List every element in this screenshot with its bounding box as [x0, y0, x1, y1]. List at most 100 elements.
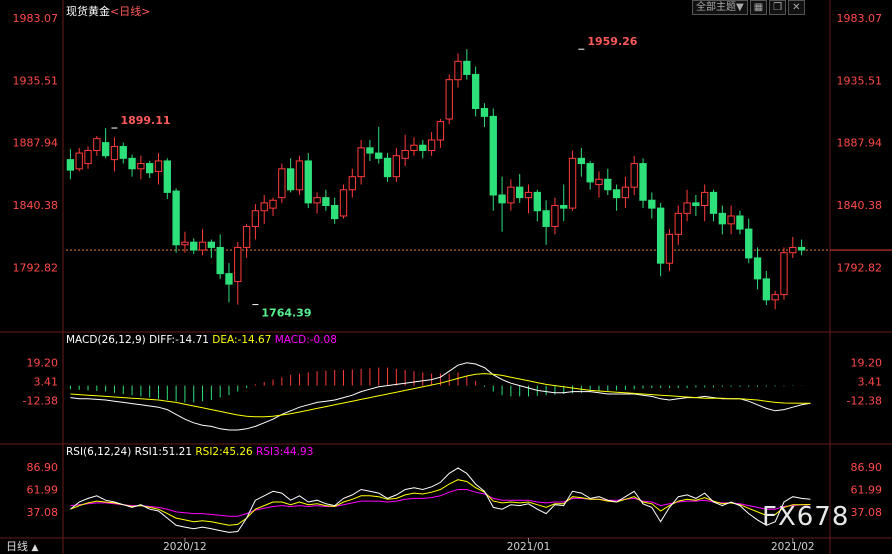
- candle: [639, 158, 647, 209]
- candle-body: [648, 199, 656, 209]
- candle: [198, 229, 207, 256]
- candle: [401, 134, 409, 167]
- candle-body: [701, 191, 709, 206]
- macd-tick-right: 3.41: [858, 376, 883, 389]
- candle: [542, 200, 550, 245]
- candle: [621, 176, 630, 209]
- candle: [797, 239, 806, 256]
- candle-body: [190, 241, 198, 251]
- rsi3-label: RSI3:44.93: [256, 446, 314, 458]
- candle-body: [463, 60, 471, 75]
- candle-body: [586, 163, 594, 183]
- candle-body: [339, 189, 348, 217]
- candle: [234, 242, 242, 305]
- price-tick-left: 1792.82: [13, 261, 59, 274]
- candle: [612, 184, 621, 211]
- candle-body: [436, 121, 445, 141]
- candle: [683, 189, 691, 222]
- candle-body: [366, 147, 374, 154]
- candle-body: [674, 212, 682, 235]
- candle-body: [383, 157, 392, 178]
- period-footer[interactable]: 日线 ▲: [6, 538, 38, 554]
- rsi-lines[interactable]: [70, 467, 811, 533]
- instrument-name: 现货黄金: [66, 5, 110, 18]
- candle: [551, 197, 559, 235]
- candle-body: [780, 252, 788, 296]
- candle: [648, 192, 656, 219]
- candle: [471, 66, 480, 117]
- candle: [524, 184, 533, 214]
- fx678-watermark: FX678: [762, 502, 850, 532]
- candle-body: [331, 204, 339, 220]
- candle-body: [771, 294, 779, 301]
- candle-body: [207, 241, 216, 248]
- candle: [137, 155, 145, 180]
- candle-body: [146, 163, 154, 174]
- restore-window-icon[interactable]: ❒: [769, 0, 787, 15]
- rsi2-line: [70, 479, 811, 526]
- candle: [357, 139, 365, 185]
- layout-icon[interactable]: ▦: [749, 0, 768, 15]
- candle: [392, 147, 401, 182]
- candle-body: [348, 176, 356, 191]
- candle: [498, 176, 506, 232]
- close-icon[interactable]: ✕: [788, 0, 805, 15]
- candle-body: [128, 157, 136, 170]
- candle: [119, 142, 127, 164]
- candle: [339, 184, 348, 219]
- candle: [286, 158, 295, 193]
- candle-body: [498, 194, 506, 204]
- price-tick-left: 1887.94: [13, 137, 59, 150]
- candlestick-series[interactable]: [66, 49, 806, 310]
- candle: [84, 146, 92, 169]
- candle: [427, 132, 436, 156]
- candle: [780, 247, 788, 300]
- candle-body: [656, 207, 665, 264]
- candle-body: [454, 60, 462, 81]
- candle: [445, 74, 453, 125]
- candle: [163, 158, 171, 199]
- candle: [771, 290, 779, 310]
- candle-body: [375, 152, 383, 159]
- macd-params: MACD(26,12,9): [66, 334, 146, 346]
- candle: [753, 247, 762, 290]
- candle: [225, 263, 233, 303]
- macd-title: MACD(26,12,9) DIFF:-14.71 DEA:-14.67 MAC…: [66, 334, 337, 346]
- candle: [789, 236, 797, 258]
- candle-body: [709, 191, 718, 214]
- candle-body: [286, 168, 295, 191]
- candle: [366, 139, 374, 161]
- candle: [436, 119, 445, 148]
- candle: [278, 163, 286, 203]
- candle: [260, 195, 268, 224]
- candle-body: [507, 186, 515, 204]
- macd-diff-label: DIFF:-14.71: [149, 334, 209, 346]
- candle-body: [242, 225, 251, 248]
- candle-body: [84, 149, 92, 165]
- macd-dea-label: DEA:-14.67: [212, 334, 272, 346]
- theme-dropdown-button[interactable]: 全部主题▼: [692, 0, 748, 15]
- macd-tick-left: -12.38: [23, 394, 58, 407]
- candle-body: [533, 191, 541, 212]
- candle-body: [304, 160, 312, 204]
- price-tick-left: 1935.51: [13, 74, 59, 87]
- candle: [701, 184, 709, 222]
- candle-body: [542, 210, 550, 227]
- candle-body: [216, 246, 224, 275]
- period-label: <日线>: [110, 5, 151, 18]
- candle: [172, 188, 180, 253]
- low-annotation: 1764.39: [261, 307, 311, 320]
- candle-body: [225, 273, 233, 285]
- candle-body: [471, 73, 480, 110]
- date-label: 2021/02: [771, 541, 815, 553]
- high-annotation: 1959.26: [587, 35, 637, 48]
- candle-body: [101, 142, 110, 157]
- candle: [251, 204, 260, 240]
- macd-lines[interactable]: [70, 362, 811, 431]
- macd-value-label: MACD:-0.08: [274, 334, 337, 346]
- candle: [586, 160, 594, 190]
- candle: [66, 149, 75, 180]
- candle: [313, 192, 321, 214]
- candle: [516, 174, 524, 203]
- price-tick-right: 1792.82: [837, 261, 883, 274]
